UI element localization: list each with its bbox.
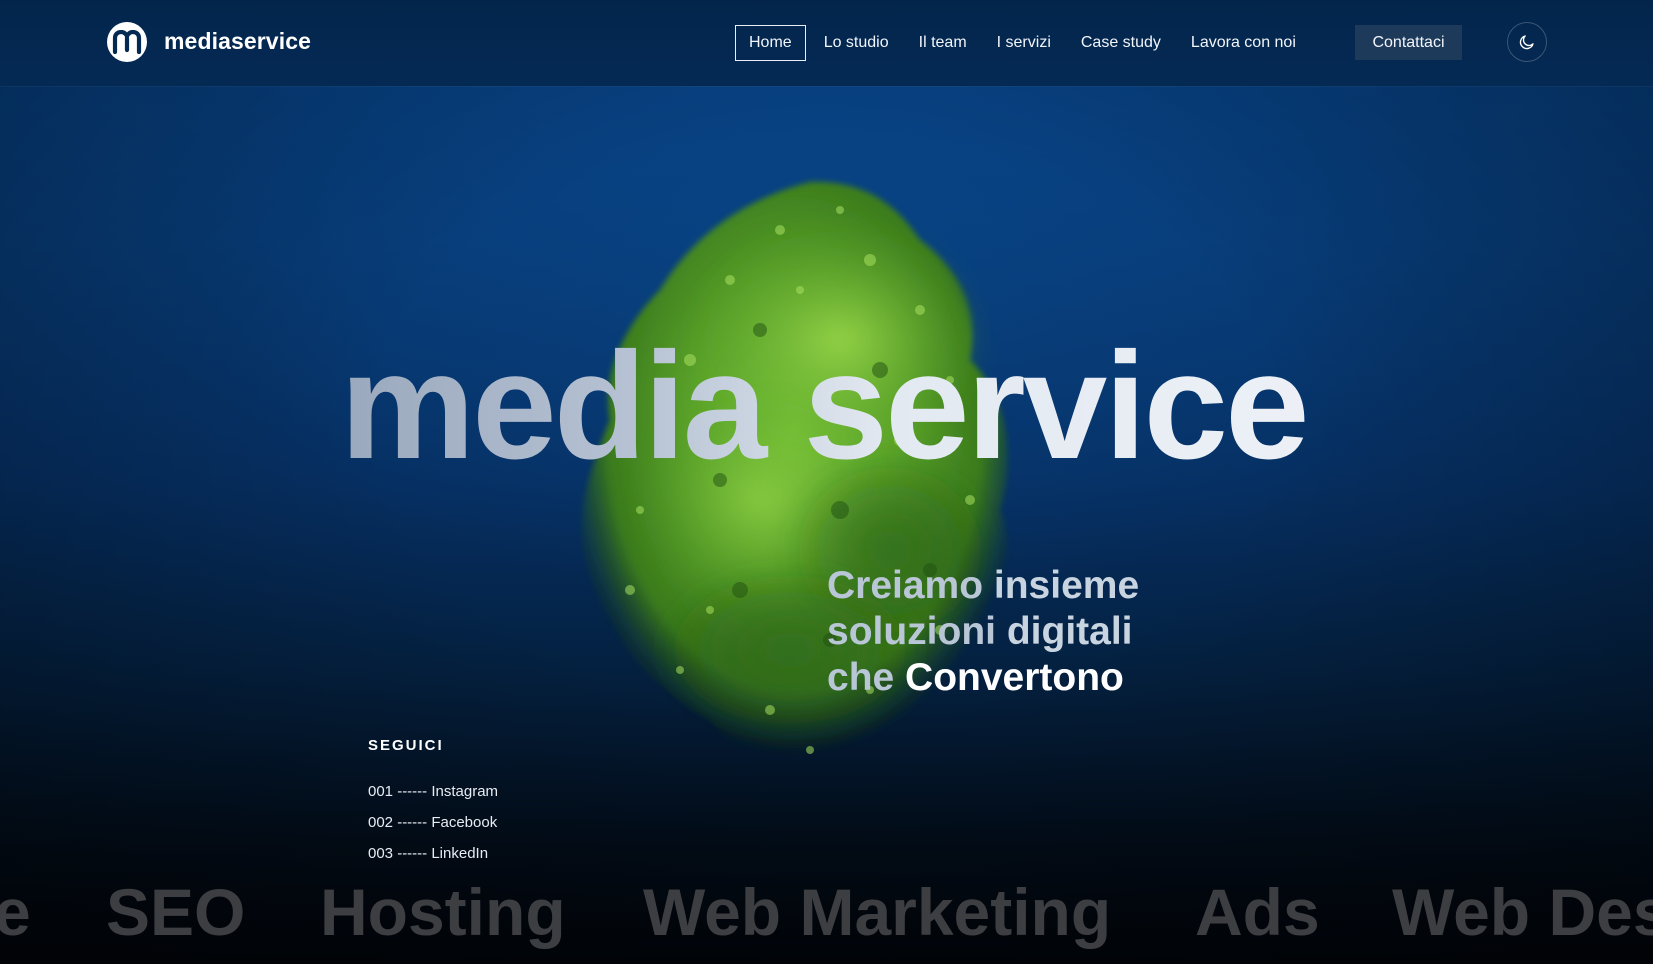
social-heading: SEGUICI: [368, 737, 444, 754]
tagline-line-3: che Convertono: [827, 655, 1139, 701]
nav-item-case-study[interactable]: Case study: [1066, 26, 1176, 60]
brand-logo-icon[interactable]: [107, 22, 147, 62]
social-link-facebook[interactable]: 002 ------ Facebook: [368, 807, 498, 838]
theme-toggle-button[interactable]: [1507, 22, 1547, 62]
tagline-text: soluzioni: [827, 610, 996, 653]
tagline-line-2: soluzioni digitali: [827, 609, 1139, 655]
page: mediaservice Home Lo studio Il team I se…: [0, 0, 1653, 964]
marquee-item: Ads: [1195, 875, 1320, 949]
nav-item-il-team[interactable]: Il team: [904, 26, 982, 60]
social-links: SEGUICI 001 ------ Instagram 002 ------ …: [368, 737, 498, 869]
nav-item-i-servizi[interactable]: I servizi: [982, 26, 1066, 60]
tagline-text: digitali: [996, 610, 1133, 653]
marquee-item: Hosting: [320, 875, 566, 949]
nav-item-home[interactable]: Home: [735, 25, 806, 61]
tagline-highlight: Convertono: [905, 656, 1124, 699]
hero-title: media service: [340, 330, 1340, 482]
nav-item-lo-studio[interactable]: Lo studio: [809, 26, 904, 60]
top-navbar: mediaservice Home Lo studio Il team I se…: [0, 0, 1653, 86]
marquee-item: SEO: [106, 875, 246, 949]
social-link-instagram[interactable]: 001 ------ Instagram: [368, 776, 498, 807]
moon-icon: [1519, 35, 1534, 50]
main-nav: Home Lo studio Il team I servizi Case st…: [735, 25, 1311, 61]
brand-name[interactable]: mediaservice: [164, 28, 311, 55]
hero-tagline: Creiamo insieme soluzioni digitali che C…: [827, 563, 1139, 701]
logo-m-icon: [112, 30, 142, 54]
tagline-text: insieme: [983, 564, 1140, 607]
nav-item-lavora-con-noi[interactable]: Lavora con noi: [1176, 26, 1311, 60]
marquee-item: Web Des: [1392, 875, 1653, 949]
marquee-item: e: [0, 875, 31, 949]
foliage-tree-image: [581, 181, 1009, 773]
tagline-text: che: [827, 656, 906, 699]
services-marquee: e SEO Hosting Web Marketing Ads Web Des: [0, 872, 1653, 952]
marquee-item: Web Marketing: [643, 875, 1112, 949]
tagline-line-1: Creiamo insieme: [827, 563, 1139, 609]
contact-button[interactable]: Contattaci: [1355, 25, 1462, 60]
tagline-text: Creiamo: [827, 564, 984, 607]
social-link-linkedin[interactable]: 003 ------ LinkedIn: [368, 838, 498, 869]
